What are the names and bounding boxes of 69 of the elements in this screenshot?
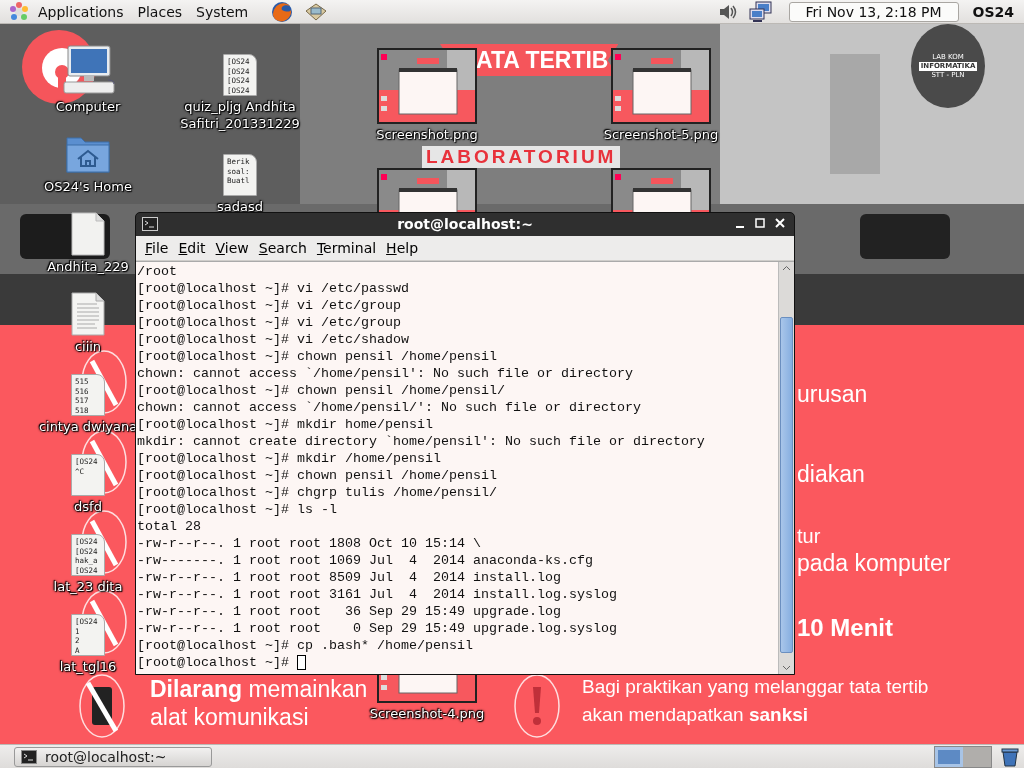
terminal-line: [root@localhost ~]# ls -l <box>137 501 337 518</box>
terminal-line: [root@localhost ~]# vi /etc/group <box>137 297 401 314</box>
terminal-line: [root@localhost ~]# vi /etc/shadow <box>137 331 409 348</box>
terminal-line: [root@localhost ~]# mkdir /home/pensil <box>137 450 441 467</box>
document-icon[interactable] <box>70 292 106 336</box>
wallpaper-text: tur <box>797 525 821 548</box>
menu-item[interactable]: System <box>190 1 255 22</box>
menu-item[interactable]: Places <box>131 1 189 22</box>
close-icon[interactable] <box>774 217 786 229</box>
wallpaper-text: akan mendapatkan sanksi <box>582 704 809 726</box>
wallpaper-heading: LABORATORIUM <box>422 146 621 168</box>
terminal-line: [root@localhost ~]# cp .bash* /home/pensil <box>137 637 473 654</box>
terminal-line: [root@localhost ~]# chown pensil /home/pensil <box>137 467 497 484</box>
menu-item[interactable]: Terminal <box>311 238 382 258</box>
terminal-icon <box>21 749 37 764</box>
clock-button[interactable]: Fri Nov 13, 2:18 PM <box>788 1 959 22</box>
terminal-line: chown: cannot access `/home/pensil': No such file or directory <box>137 365 633 382</box>
taskbar-label: root@localhost:~ <box>45 748 167 765</box>
terminal-line: [root@localhost ~]# chown pensil /home/pensil/ <box>137 382 505 399</box>
wallpaper-text: alat komunikasi <box>150 704 309 731</box>
scrollbar[interactable] <box>778 262 794 674</box>
icon-label[interactable]: OS24's Home <box>44 178 132 195</box>
terminal-line: [root@localhost ~]# chown pensil /home/pensil <box>137 348 497 365</box>
terminal-line: -rw-r--r--. 1 root root 1808 Oct 10 15:14 \ <box>137 535 481 552</box>
wallpaper-text: pada komputer <box>797 550 951 577</box>
phone-prohibited-icon <box>78 673 126 739</box>
warning-icon <box>513 673 561 739</box>
terminal-line: chown: cannot access `/home/pensil/': No such file or directory <box>137 399 641 416</box>
menu-item[interactable]: Search <box>253 238 312 258</box>
icon-label[interactable]: Computer <box>55 98 121 115</box>
terminal-line: -rw-------. 1 root root 1069 Jul 4 2014 anaconda-ks.cfg <box>137 552 593 569</box>
terminal-icon <box>142 217 158 231</box>
wallpaper-text: diakan <box>797 461 865 488</box>
taskbar-button[interactable]: root@localhost:~ <box>14 746 212 767</box>
icon-label[interactable]: Screenshot.png <box>376 126 478 143</box>
browser-icon[interactable] <box>270 0 295 24</box>
menu-item[interactable]: File <box>140 238 174 258</box>
terminal-line: mkdir: cannot create directory `home/pensil': No such file or directory <box>137 433 705 450</box>
terminal-line: total 28 <box>137 518 201 535</box>
terminal-line: -rw-r--r--. 1 root root 3161 Jul 4 2014 install.log.syslog <box>137 586 617 603</box>
wallpaper-text: Bagi praktikan yang melanggar tata tertib <box>582 676 929 698</box>
terminal-line: -rw-r--r--. 1 root root 36 Sep 29 15:49 upgrade.log <box>137 603 561 620</box>
icon-label[interactable]: sadasd <box>217 198 263 215</box>
gnome-foot-icon[interactable] <box>8 0 30 23</box>
terminal-line: /root <box>137 263 177 280</box>
terminal-line: [root@localhost ~]# <box>137 654 290 671</box>
wallpaper-text: Dilarang memainkan <box>150 676 368 703</box>
icon-label[interactable]: quiz_pljg Andhita Safitri_201331229 <box>170 98 310 132</box>
icon-label[interactable]: Screenshot-5.png <box>603 126 719 143</box>
menu-item[interactable]: Edit <box>173 238 211 258</box>
wallpaper-text: 10 Menit <box>797 614 894 642</box>
terminal-line: [root@localhost ~]# vi /etc/group <box>137 314 401 331</box>
terminal-line: [root@localhost ~]# chgrp tulis /home/pensil/ <box>137 484 497 501</box>
terminal-line: -rw-r--r--. 1 root root 8509 Jul 4 2014 install.log <box>137 569 561 586</box>
menu-item[interactable]: Applications <box>32 1 130 22</box>
scrollbar-thumb[interactable] <box>780 317 793 653</box>
menu-item[interactable]: Help <box>381 238 424 258</box>
blank-file-icon[interactable] <box>70 212 106 256</box>
window-title: root@localhost:~ <box>397 216 533 232</box>
trash-icon[interactable] <box>1000 746 1020 767</box>
network-icon[interactable] <box>748 0 773 23</box>
terminal-line: -rw-r--r--. 1 root root 0 Sep 29 15:49 upgrade.log.syslog <box>137 620 617 637</box>
icon-label[interactable]: Andhita_229 <box>47 258 129 275</box>
maximize-icon[interactable] <box>754 217 766 229</box>
wallpaper-text: urusan <box>797 381 868 408</box>
terminal-line: [root@localhost ~]# vi /etc/passwd <box>137 280 409 297</box>
user-menu[interactable]: OS24 <box>968 3 1018 20</box>
menu-item[interactable]: View <box>210 238 254 258</box>
terminal-line: [root@localhost ~]# mkdir home/pensil <box>137 416 433 433</box>
